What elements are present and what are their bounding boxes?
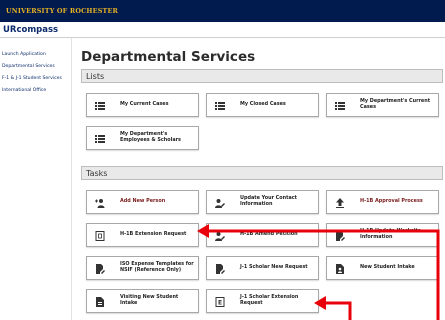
annotation-arrows xyxy=(197,224,440,320)
annotation-arrow-h1b-extension xyxy=(197,224,440,320)
annotation-arrow-j1-extension xyxy=(314,296,352,320)
